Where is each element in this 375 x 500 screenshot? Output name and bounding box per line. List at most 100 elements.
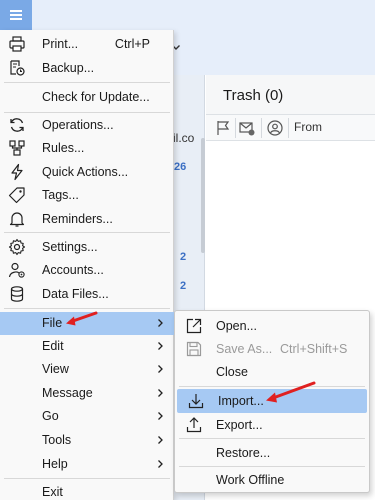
menu-item-label: Rules... bbox=[42, 141, 85, 155]
hamburger-menu-button[interactable] bbox=[0, 0, 32, 30]
submenu-item-label: Save As... bbox=[216, 342, 273, 356]
menu-item-label: Edit bbox=[42, 339, 64, 353]
submenu-item-open[interactable]: Open... bbox=[175, 314, 369, 338]
submenu-item-import[interactable]: Import... bbox=[177, 389, 367, 413]
menu-item-label: Tags... bbox=[42, 188, 79, 202]
menu-separator bbox=[4, 478, 170, 479]
menu-item-print[interactable]: Print... Ctrl+P bbox=[0, 33, 174, 55]
column-divider[interactable] bbox=[288, 118, 289, 138]
submenu-item-save-as: Save As... Ctrl+Shift+S bbox=[175, 337, 369, 361]
submenu-item-close[interactable]: Close bbox=[175, 360, 369, 384]
menu-item-settings[interactable]: Settings... bbox=[0, 236, 174, 258]
menu-item-file[interactable]: File bbox=[0, 312, 174, 335]
tag-icon bbox=[8, 187, 25, 204]
chevron-right-icon bbox=[158, 319, 163, 327]
unread-count: 2 bbox=[180, 280, 187, 292]
account-settings-icon bbox=[8, 262, 25, 278]
menu-item-label: Data Files... bbox=[42, 287, 109, 301]
submenu-item-label: Work Offline bbox=[216, 473, 285, 487]
printer-icon bbox=[9, 36, 25, 52]
main-menu: Print... Ctrl+P Backup... Check for Upda… bbox=[0, 30, 174, 500]
folder-title: Trash (0) bbox=[223, 87, 283, 104]
menu-item-label: Accounts... bbox=[42, 263, 104, 277]
file-submenu: Open... Save As... Ctrl+Shift+S Close Im… bbox=[174, 310, 370, 493]
chevron-right-icon bbox=[158, 436, 163, 444]
menu-item-accounts[interactable]: Accounts... bbox=[0, 259, 174, 281]
menu-item-edit[interactable]: Edit bbox=[0, 335, 174, 357]
menu-item-data-files[interactable]: Data Files... bbox=[0, 283, 174, 305]
save-icon bbox=[186, 341, 202, 357]
chevron-right-icon bbox=[158, 365, 163, 373]
lightning-icon bbox=[11, 163, 23, 181]
submenu-item-work-offline[interactable]: Work Offline bbox=[175, 468, 369, 492]
download-icon bbox=[188, 394, 204, 409]
menu-separator bbox=[4, 232, 170, 233]
menu-item-help[interactable]: Help bbox=[0, 453, 174, 475]
chevron-right-icon bbox=[158, 460, 163, 468]
menu-separator bbox=[4, 82, 170, 83]
unread-count: 2 bbox=[180, 251, 187, 263]
menu-item-label: Backup... bbox=[42, 61, 95, 75]
menu-separator bbox=[4, 308, 170, 309]
submenu-item-label: Import... bbox=[218, 394, 264, 408]
menu-item-tags[interactable]: Tags... bbox=[0, 184, 174, 206]
submenu-item-restore[interactable]: Restore... bbox=[175, 441, 369, 465]
chevron-right-icon bbox=[158, 389, 163, 397]
column-divider[interactable] bbox=[235, 118, 236, 138]
menu-item-label: Operations... bbox=[42, 118, 114, 132]
menu-item-label: Settings... bbox=[42, 240, 98, 254]
folder-name: Trash bbox=[223, 87, 261, 104]
menu-item-rules[interactable]: Rules... bbox=[0, 137, 174, 159]
message-list-header: From bbox=[206, 115, 375, 141]
menu-item-reminders[interactable]: Reminders... bbox=[0, 208, 174, 230]
submenu-item-export[interactable]: Export... bbox=[175, 413, 369, 437]
folder-count: (0) bbox=[264, 87, 284, 104]
menu-item-backup[interactable]: Backup... bbox=[0, 57, 174, 79]
read-status-icon[interactable] bbox=[238, 119, 256, 137]
submenu-item-label: Open... bbox=[216, 319, 257, 333]
menu-item-operations[interactable]: Operations... bbox=[0, 114, 174, 136]
flag-icon[interactable] bbox=[214, 119, 232, 137]
database-icon bbox=[10, 286, 24, 302]
submenu-item-label: Close bbox=[216, 365, 248, 379]
chevron-right-icon bbox=[158, 342, 163, 350]
account-name-fragment: il.co bbox=[173, 131, 195, 145]
gear-icon bbox=[8, 238, 26, 256]
column-from[interactable]: From bbox=[294, 120, 322, 134]
menu-item-view[interactable]: View bbox=[0, 358, 174, 380]
chevron-right-icon bbox=[158, 412, 163, 420]
menu-item-quick-actions[interactable]: Quick Actions... bbox=[0, 161, 174, 183]
menu-item-tools[interactable]: Tools bbox=[0, 429, 174, 451]
submenu-item-label: Export... bbox=[216, 418, 263, 432]
menu-icon bbox=[10, 14, 22, 16]
menu-item-label: Quick Actions... bbox=[42, 165, 129, 179]
menu-item-label: Reminders... bbox=[42, 212, 113, 226]
column-divider[interactable] bbox=[261, 118, 262, 138]
rules-icon bbox=[9, 140, 25, 156]
menu-item-label: Tools bbox=[42, 433, 72, 447]
menu-item-go[interactable]: Go bbox=[0, 405, 174, 427]
menu-item-label: File bbox=[42, 316, 63, 330]
menu-item-label: Check for Update... bbox=[42, 90, 150, 104]
menu-separator bbox=[4, 112, 170, 113]
folder-header: Trash (0) bbox=[206, 75, 375, 115]
bell-icon bbox=[9, 212, 25, 227]
menu-item-shortcut: Ctrl+P bbox=[114, 37, 150, 51]
app-window: il.co 26 2 2 Trash (0) From Print... Ctr… bbox=[0, 0, 375, 500]
menu-separator bbox=[179, 466, 365, 467]
menu-separator bbox=[179, 386, 365, 387]
submenu-item-shortcut: Ctrl+Shift+S bbox=[280, 342, 348, 356]
menu-separator bbox=[179, 438, 365, 439]
upload-icon bbox=[186, 417, 202, 433]
menu-item-check-for-update[interactable]: Check for Update... bbox=[0, 86, 174, 108]
unread-count: 26 bbox=[174, 161, 187, 173]
menu-item-label: Go bbox=[42, 409, 59, 423]
menu-item-message[interactable]: Message bbox=[0, 382, 174, 404]
folder-pane-scrollbar[interactable] bbox=[201, 138, 205, 253]
menu-item-exit[interactable]: Exit bbox=[0, 481, 174, 500]
menu-item-label: Message bbox=[42, 386, 93, 400]
menu-item-label: Help bbox=[42, 457, 68, 471]
contact-icon[interactable] bbox=[266, 119, 284, 137]
open-external-icon bbox=[186, 318, 202, 334]
menu-item-label: View bbox=[42, 362, 69, 376]
